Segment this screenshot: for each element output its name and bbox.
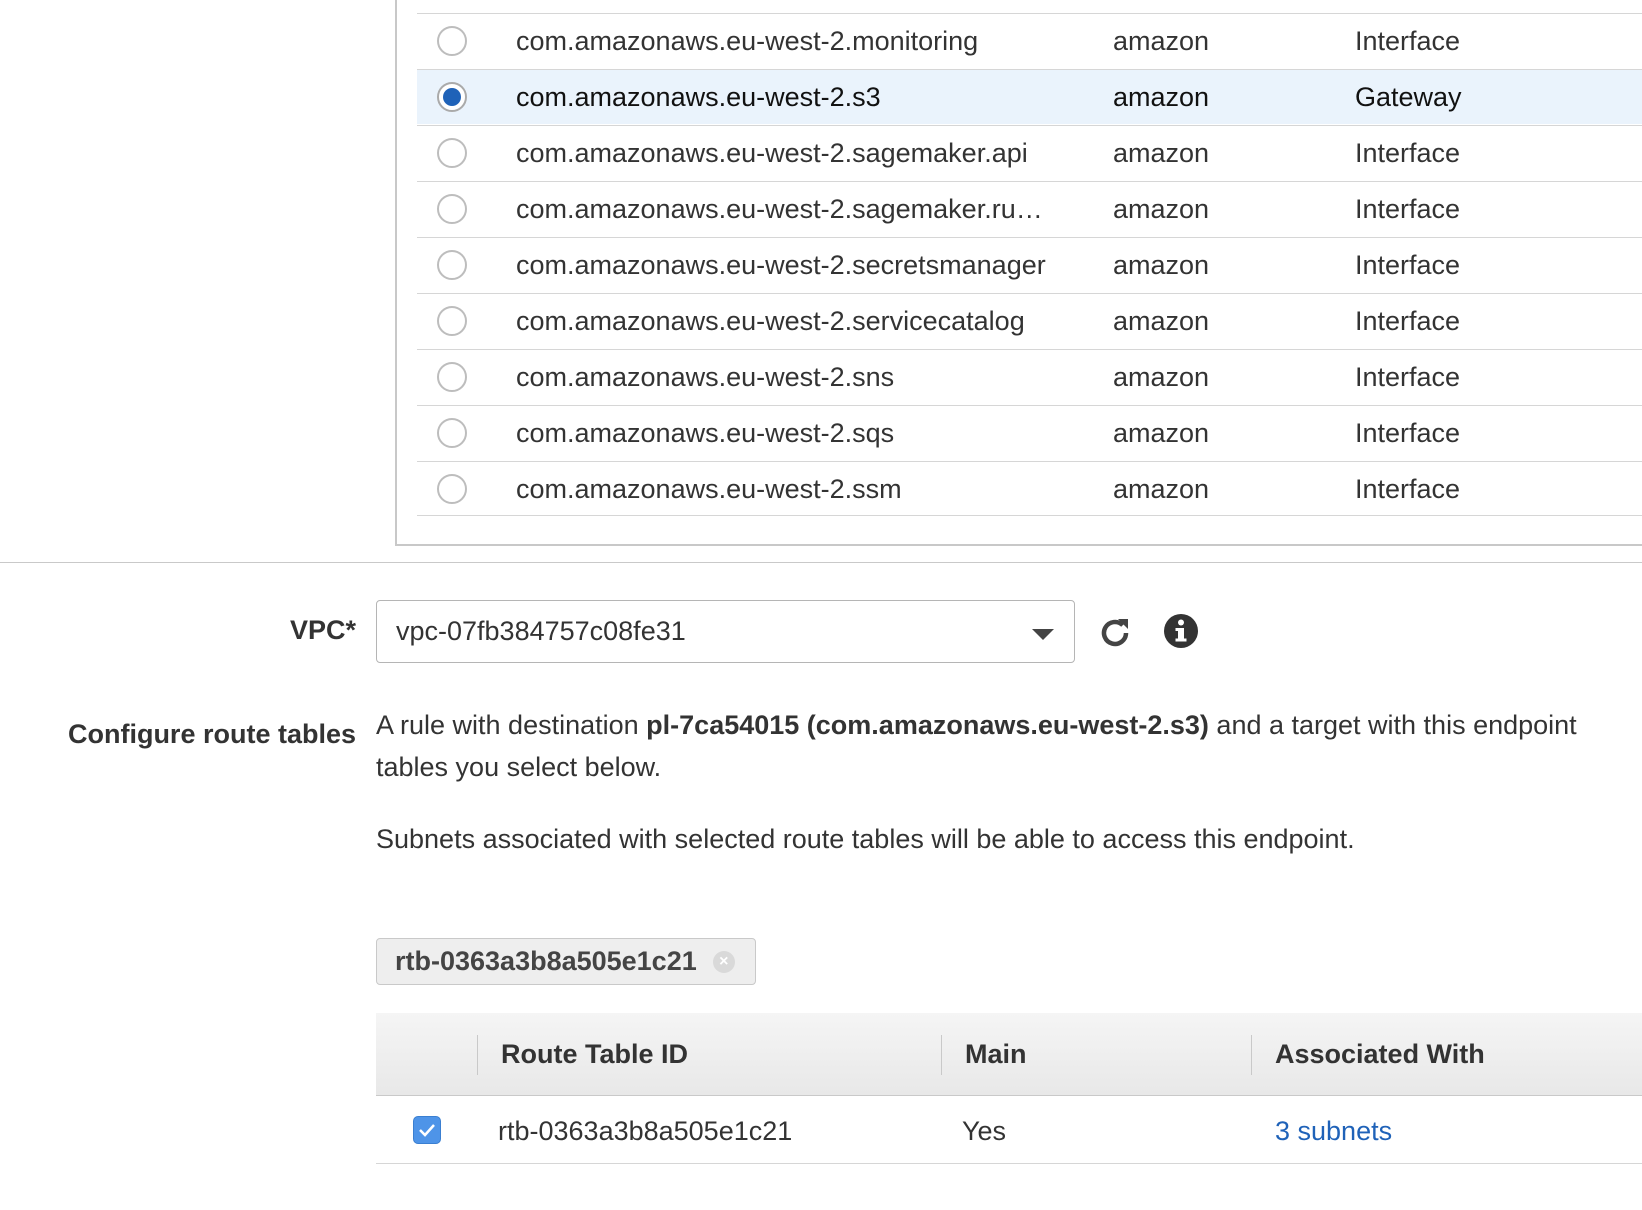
service-owner: amazon <box>1113 194 1210 224</box>
service-owner: amazon <box>1113 474 1210 504</box>
list-item[interactable]: com.amazonaws.eu-west-2.servicecatalog am… <box>417 293 1642 348</box>
route-table-main: Yes <box>962 1116 1007 1146</box>
list-item[interactable]: com.amazonaws.eu-west-2.sqs amazon Interfa… <box>417 405 1642 460</box>
subnets-note: Subnets associated with selected route t… <box>376 824 1355 854</box>
service-owner: amazon <box>1113 26 1210 56</box>
service-owner: amazon <box>1113 138 1210 168</box>
service-radio[interactable] <box>437 418 467 448</box>
service-name: com.amazonaws.eu-west-2.sns <box>516 362 895 392</box>
service-type: Interface <box>1355 138 1461 168</box>
list-item[interactable]: com.amazonaws.eu-west-2.sagemaker.ru… ama… <box>417 181 1642 236</box>
checkmark-icon <box>419 1124 435 1137</box>
list-item[interactable]: com.amazonaws.eu-west-2.secretsmanager am… <box>417 237 1642 292</box>
service-type: Interface <box>1355 250 1461 280</box>
info-icon[interactable] <box>1162 612 1200 650</box>
route-tables-description: A rule with destination pl-7ca54015 (com… <box>376 710 1577 741</box>
list-item[interactable]: com.amazonaws.eu-west-2.sns amazon Interfa… <box>417 349 1642 404</box>
route-table-token-label: rtb-0363a3b8a505e1c21 <box>395 946 697 976</box>
service-type: Interface <box>1355 306 1461 336</box>
service-name: com.amazonaws.eu-west-2.sqs <box>516 418 895 448</box>
service-type: Interface <box>1355 362 1461 392</box>
service-radio[interactable] <box>437 474 467 504</box>
service-radio[interactable] <box>437 138 467 168</box>
service-type: Interface <box>1355 474 1461 504</box>
service-radio[interactable] <box>437 194 467 224</box>
associated-subnets-link[interactable]: 3 subnets <box>1275 1116 1392 1147</box>
service-type: Interface <box>1355 194 1461 224</box>
service-name: com.amazonaws.eu-west-2.secretsmanager <box>516 250 1046 280</box>
vpc-label: VPC* <box>289 615 356 645</box>
route-table-checkbox[interactable] <box>413 1116 441 1144</box>
service-radio[interactable] <box>437 250 467 280</box>
service-radio[interactable] <box>437 82 467 112</box>
list-item[interactable]: com.amazonaws.eu-west-2.ssm amazon Interfa… <box>417 461 1642 516</box>
desc-pre: A rule with destination <box>376 710 647 740</box>
service-type: Interface <box>1355 26 1461 56</box>
desc-destination: pl-7ca54015 (com.amazonaws.eu-west-2.s3) <box>646 710 1209 740</box>
header-separator <box>941 1035 942 1075</box>
header-separator <box>477 1035 478 1075</box>
service-owner: amazon <box>1113 306 1210 336</box>
service-radio[interactable] <box>437 26 467 56</box>
list-item[interactable]: com.amazonaws.eu-west-2.monitoring amazon… <box>417 13 1642 68</box>
service-name: com.amazonaws.eu-west-2.ssm <box>516 474 902 504</box>
service-name: com.amazonaws.eu-west-2.monitoring <box>516 26 979 56</box>
route-tables-description-line2: tables you select below. <box>376 752 662 782</box>
service-name: com.amazonaws.eu-west-2.sagemaker.ru… <box>516 194 1043 224</box>
list-item[interactable]: com.amazonaws.eu-west-2.sagemaker.api ama… <box>417 125 1642 180</box>
route-table-token: rtb-0363a3b8a505e1c21 × <box>376 938 756 985</box>
service-owner: amazon <box>1113 362 1210 392</box>
service-name: com.amazonaws.eu-west-2.sagemaker.api <box>516 138 1028 168</box>
vpc-select[interactable]: vpc-07fb384757c08fe31 <box>376 600 1075 663</box>
table-row[interactable]: rtb-0363a3b8a505e1c21 Yes 3 subnets <box>376 1096 1642 1164</box>
list-item[interactable]: com.amazonaws.eu-west-2.s3 amazon Gateway <box>417 69 1642 124</box>
service-name: com.amazonaws.eu-west-2.s3 <box>516 82 881 112</box>
col-route-table-id[interactable]: Route Table ID <box>501 1039 688 1070</box>
desc-post: and a target with this endpoint <box>1208 710 1577 740</box>
service-type: Gateway <box>1355 82 1462 112</box>
service-name: com.amazonaws.eu-west-2.servicecatalog <box>516 306 1025 336</box>
chevron-down-icon <box>1032 629 1054 640</box>
service-type: Interface <box>1355 418 1461 448</box>
refresh-icon[interactable] <box>1096 614 1134 652</box>
col-associated-with[interactable]: Associated With <box>1275 1039 1485 1070</box>
route-tables-label: Configure route tables <box>67 719 356 749</box>
service-owner: amazon <box>1113 82 1210 112</box>
service-owner: amazon <box>1113 418 1210 448</box>
section-divider <box>0 562 1642 563</box>
col-main[interactable]: Main <box>965 1039 1027 1070</box>
route-table-id: rtb-0363a3b8a505e1c21 <box>498 1116 793 1146</box>
service-radio[interactable] <box>437 362 467 392</box>
header-separator <box>1251 1035 1252 1075</box>
vpc-select-value: vpc-07fb384757c08fe31 <box>396 616 686 646</box>
service-owner: amazon <box>1113 250 1210 280</box>
service-radio[interactable] <box>437 306 467 336</box>
route-table-header: Route Table ID Main Associated With <box>376 1013 1642 1096</box>
remove-token-icon[interactable]: × <box>712 951 735 973</box>
